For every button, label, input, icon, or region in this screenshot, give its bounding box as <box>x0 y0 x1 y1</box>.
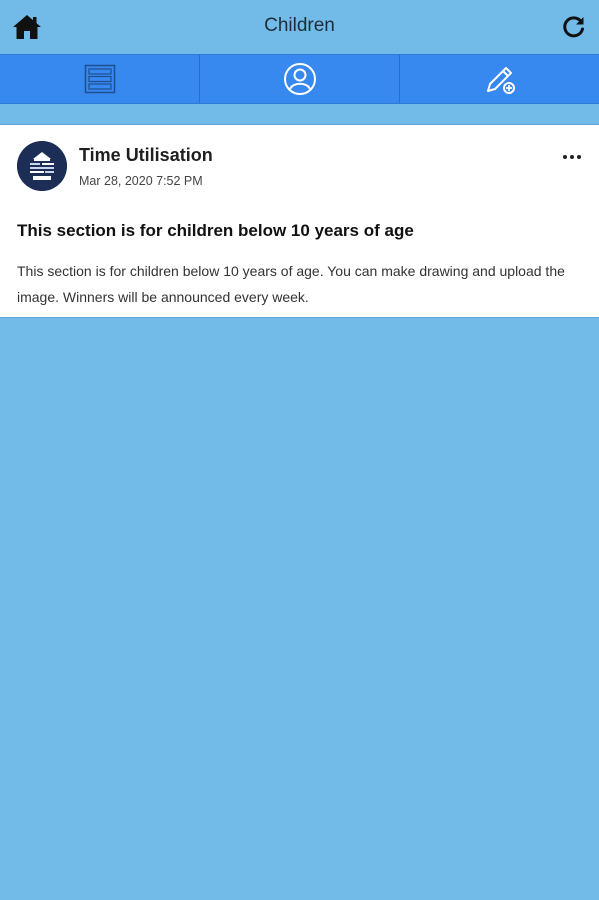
logo-icon <box>17 141 67 191</box>
page-title: Children <box>264 15 335 36</box>
tab-edit[interactable] <box>400 55 599 103</box>
tab-profile[interactable] <box>200 55 400 103</box>
more-options-button[interactable] <box>559 147 585 167</box>
user-circle-icon <box>283 63 316 95</box>
more-dot-icon <box>577 155 581 159</box>
refresh-button[interactable] <box>557 10 591 44</box>
app-header: Children <box>0 0 599 54</box>
list-icon <box>84 64 115 94</box>
post-body: This section is for children below 10 ye… <box>17 263 565 305</box>
post-timestamp: Mar 28, 2020 7:52 PM <box>79 174 203 188</box>
post-title: This section is for children below 10 ye… <box>17 221 414 240</box>
post-card: Time Utilisation Mar 28, 2020 7:52 PM Th… <box>0 124 599 318</box>
app-screen: Children Time Utilisation Mar 28, 2020 7… <box>0 0 599 900</box>
post-author: Time Utilisation <box>79 145 213 165</box>
tab-list[interactable] <box>0 55 200 103</box>
tab-bar <box>0 54 599 104</box>
more-dot-icon <box>570 155 574 159</box>
more-dot-icon <box>563 155 567 159</box>
avatar[interactable] <box>17 141 67 191</box>
edit-pencil-icon <box>486 67 515 94</box>
refresh-icon <box>563 16 584 38</box>
